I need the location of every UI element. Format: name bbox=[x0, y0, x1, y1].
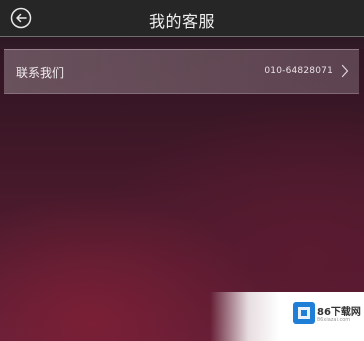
watermark-logo bbox=[293, 302, 315, 324]
page-title: 我的客服 bbox=[148, 12, 215, 31]
header-spacer bbox=[0, 37, 364, 49]
contact-phone-number: 010-64828071 bbox=[264, 66, 333, 76]
contact-us-label: 联系我们 bbox=[16, 66, 65, 80]
watermark: 86下载网 86xiazai.com bbox=[210, 292, 364, 341]
contact-us-row[interactable]: 联系我们 010-64828071 bbox=[4, 49, 359, 94]
watermark-url: 86xiazai.com bbox=[317, 317, 351, 323]
top-bar: 我的客服 bbox=[0, 0, 364, 37]
watermark-text: 86下载网 bbox=[317, 307, 361, 318]
chevron-right-icon bbox=[341, 64, 349, 78]
watermark-logo-icon bbox=[298, 307, 310, 319]
